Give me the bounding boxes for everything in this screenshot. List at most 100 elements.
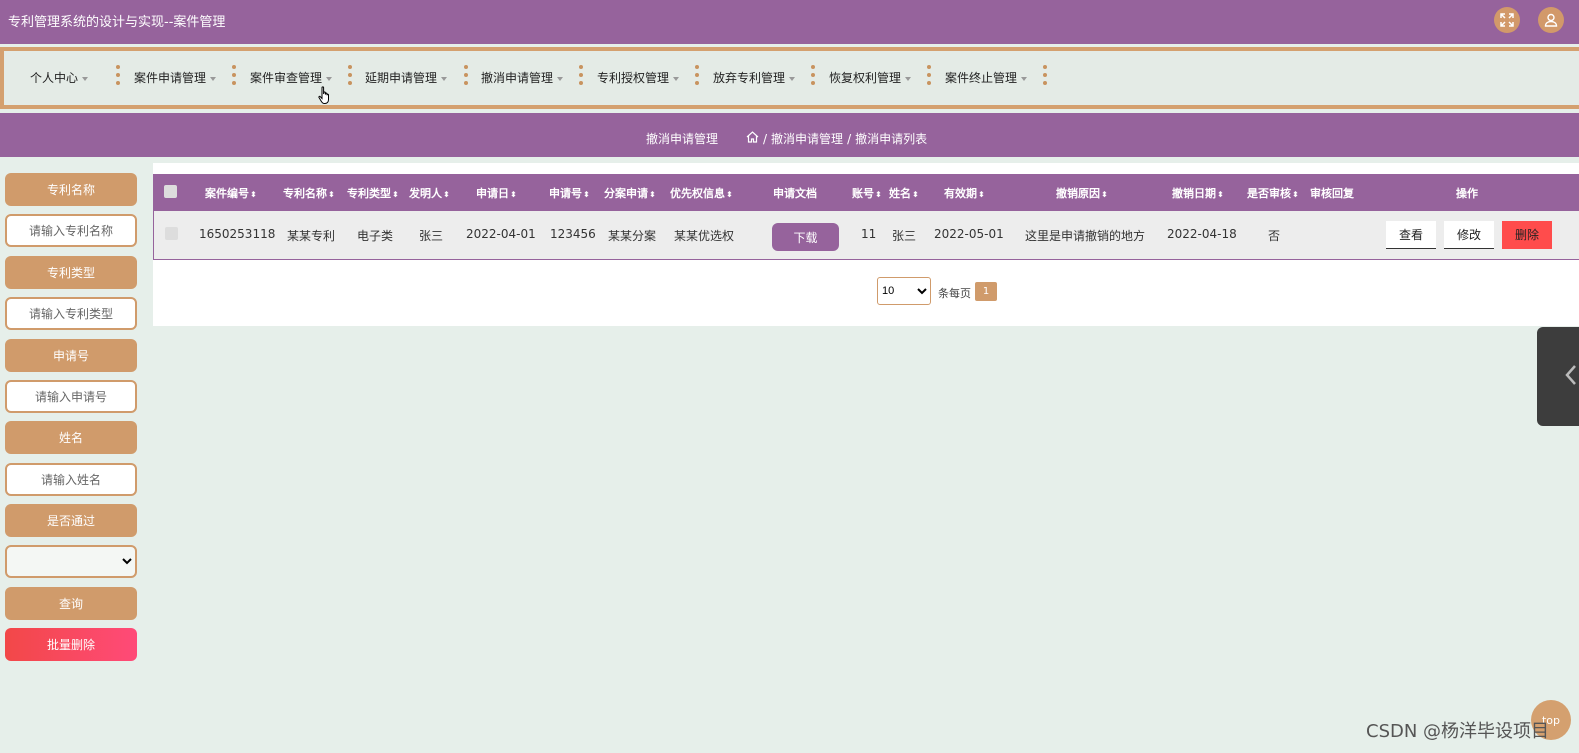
column-header-divisional[interactable]: 分案申请⬍ [604,185,656,201]
page-size-select[interactable]: 10 [877,277,931,305]
nav-divider [464,65,468,91]
cell-revoke-reason: 这里是申请撤销的地方 [1025,229,1146,243]
passed-label: 是否通过 [5,504,137,537]
patent-name-input[interactable] [5,214,137,247]
caret-down-icon [673,76,680,81]
caret-down-icon [441,76,448,81]
sort-icon: ⬍ [649,190,656,199]
column-header-review-reply: 审核回复 [1310,187,1354,200]
nav-item-patent-grant[interactable]: 专利授权管理 [597,69,680,86]
column-header-patent-type[interactable]: 专利类型⬍ [347,185,399,201]
application-number-input[interactable] [5,380,137,413]
breadcrumb-item[interactable]: 撤消申请管理 [771,130,843,147]
sort-icon: ⬍ [510,190,517,199]
query-button[interactable]: 查询 [5,587,137,620]
nav-divider [232,65,236,91]
nav-item-case-application[interactable]: 案件申请管理 [134,69,217,86]
caret-down-icon [1021,76,1028,81]
cell-account: 11 [861,227,877,241]
nav-label: 案件申请管理 [134,71,207,85]
column-header-account[interactable]: 账号⬍ [852,185,882,201]
patent-name-label: 专利名称 [5,173,137,206]
page-title: 撤消申请管理 [646,132,719,146]
passed-select[interactable] [5,545,137,578]
caret-down-icon [905,76,912,81]
cell-revoke-date: 2022-04-18 [1167,227,1237,241]
caret-down-icon [557,76,564,81]
column-header-actions: 操作 [1456,187,1478,200]
row-checkbox[interactable] [165,227,178,240]
nav-divider [348,65,352,91]
view-button[interactable]: 查看 [1386,221,1436,249]
column-header-revoke-date[interactable]: 撤销日期⬍ [1172,185,1224,201]
caret-down-icon [326,76,333,81]
sort-icon: ⬍ [443,190,450,199]
caret-down-icon [82,76,89,81]
nav-label: 恢复权利管理 [829,71,902,85]
edit-button[interactable]: 修改 [1444,221,1494,249]
cell-name: 张三 [892,229,917,243]
breadcrumb-separator: / [847,131,852,146]
select-all-checkbox[interactable] [164,185,177,198]
home-icon[interactable] [746,131,759,146]
cell-case-no: 1650253118 [199,227,276,241]
nav-divider [927,65,931,91]
column-header-reviewed[interactable]: 是否审核⬍ [1247,185,1299,201]
application-number-label: 申请号 [5,339,137,372]
column-header-apply-no[interactable]: 申请号⬍ [549,185,590,201]
page-number-button[interactable]: 1 [975,282,997,301]
cell-divisional: 某某分案 [608,229,657,243]
nav-label: 专利授权管理 [597,71,670,85]
nav-item-restore-rights[interactable]: 恢复权利管理 [829,69,912,86]
breadcrumb-separator: / [763,131,768,146]
column-header-revoke-reason[interactable]: 撤销原因⬍ [1056,185,1108,201]
cell-reviewed: 否 [1268,229,1281,243]
per-page-label: 条每页 [938,287,971,300]
delete-button[interactable]: 删除 [1502,221,1552,249]
nav-item-personal-center[interactable]: 个人中心 [30,69,89,86]
column-header-patent-name[interactable]: 专利名称⬍ [283,185,335,201]
column-header-name[interactable]: 姓名⬍ [889,185,919,201]
nav-divider [116,65,120,91]
side-panel-toggle[interactable] [1537,327,1579,426]
nav-divider [579,65,583,91]
nav-item-extension-application[interactable]: 延期申请管理 [365,69,448,86]
batch-delete-button[interactable]: 批量删除 [5,628,137,661]
main-nav: 个人中心 案件申请管理 案件审查管理 延期申请管理 撤消申请管理 专利授权管理 … [0,47,1579,109]
nav-label: 案件审查管理 [250,71,323,85]
sort-icon: ⬍ [583,190,590,199]
user-icon[interactable] [1538,7,1564,33]
sort-icon: ⬍ [912,190,919,199]
column-header-priority[interactable]: 优先权信息⬍ [670,185,733,201]
column-header-apply-date[interactable]: 申请日⬍ [476,185,517,201]
cell-apply-date: 2022-04-01 [466,227,536,241]
name-input[interactable] [5,463,137,496]
column-header-inventor[interactable]: 发明人⬍ [409,185,450,201]
sort-icon: ⬍ [1292,190,1299,199]
sort-icon: ⬍ [726,190,733,199]
column-header-document: 申请文档 [773,187,817,200]
caret-down-icon [210,76,217,81]
nav-item-case-termination[interactable]: 案件终止管理 [945,69,1028,86]
nav-item-case-review[interactable]: 案件审查管理 [250,69,333,86]
cell-patent-name: 某某专利 [287,229,336,243]
cell-apply-no: 123456 [550,227,596,241]
cell-inventor: 张三 [419,229,444,243]
column-header-valid-until[interactable]: 有效期⬍ [944,185,985,201]
download-button[interactable]: 下载 [772,223,839,251]
sort-icon: ⬍ [392,190,399,199]
nav-label: 放弃专利管理 [713,71,786,85]
sort-icon: ⬍ [1101,190,1108,199]
nav-item-revoke-application[interactable]: 撤消申请管理 [481,69,564,86]
app-title: 专利管理系统的设计与实现--案件管理 [8,15,226,30]
nav-item-abandon-patent[interactable]: 放弃专利管理 [713,69,796,86]
cell-patent-type: 电子类 [357,229,394,243]
sort-icon: ⬍ [250,190,257,199]
patent-type-input[interactable] [5,297,137,330]
sort-icon: ⬍ [1217,190,1224,199]
name-label: 姓名 [5,421,137,454]
fullscreen-icon[interactable] [1494,7,1520,33]
column-header-case-no[interactable]: 案件编号⬍ [205,185,257,201]
nav-label: 案件终止管理 [945,71,1018,85]
cell-valid-until: 2022-05-01 [934,227,1004,241]
